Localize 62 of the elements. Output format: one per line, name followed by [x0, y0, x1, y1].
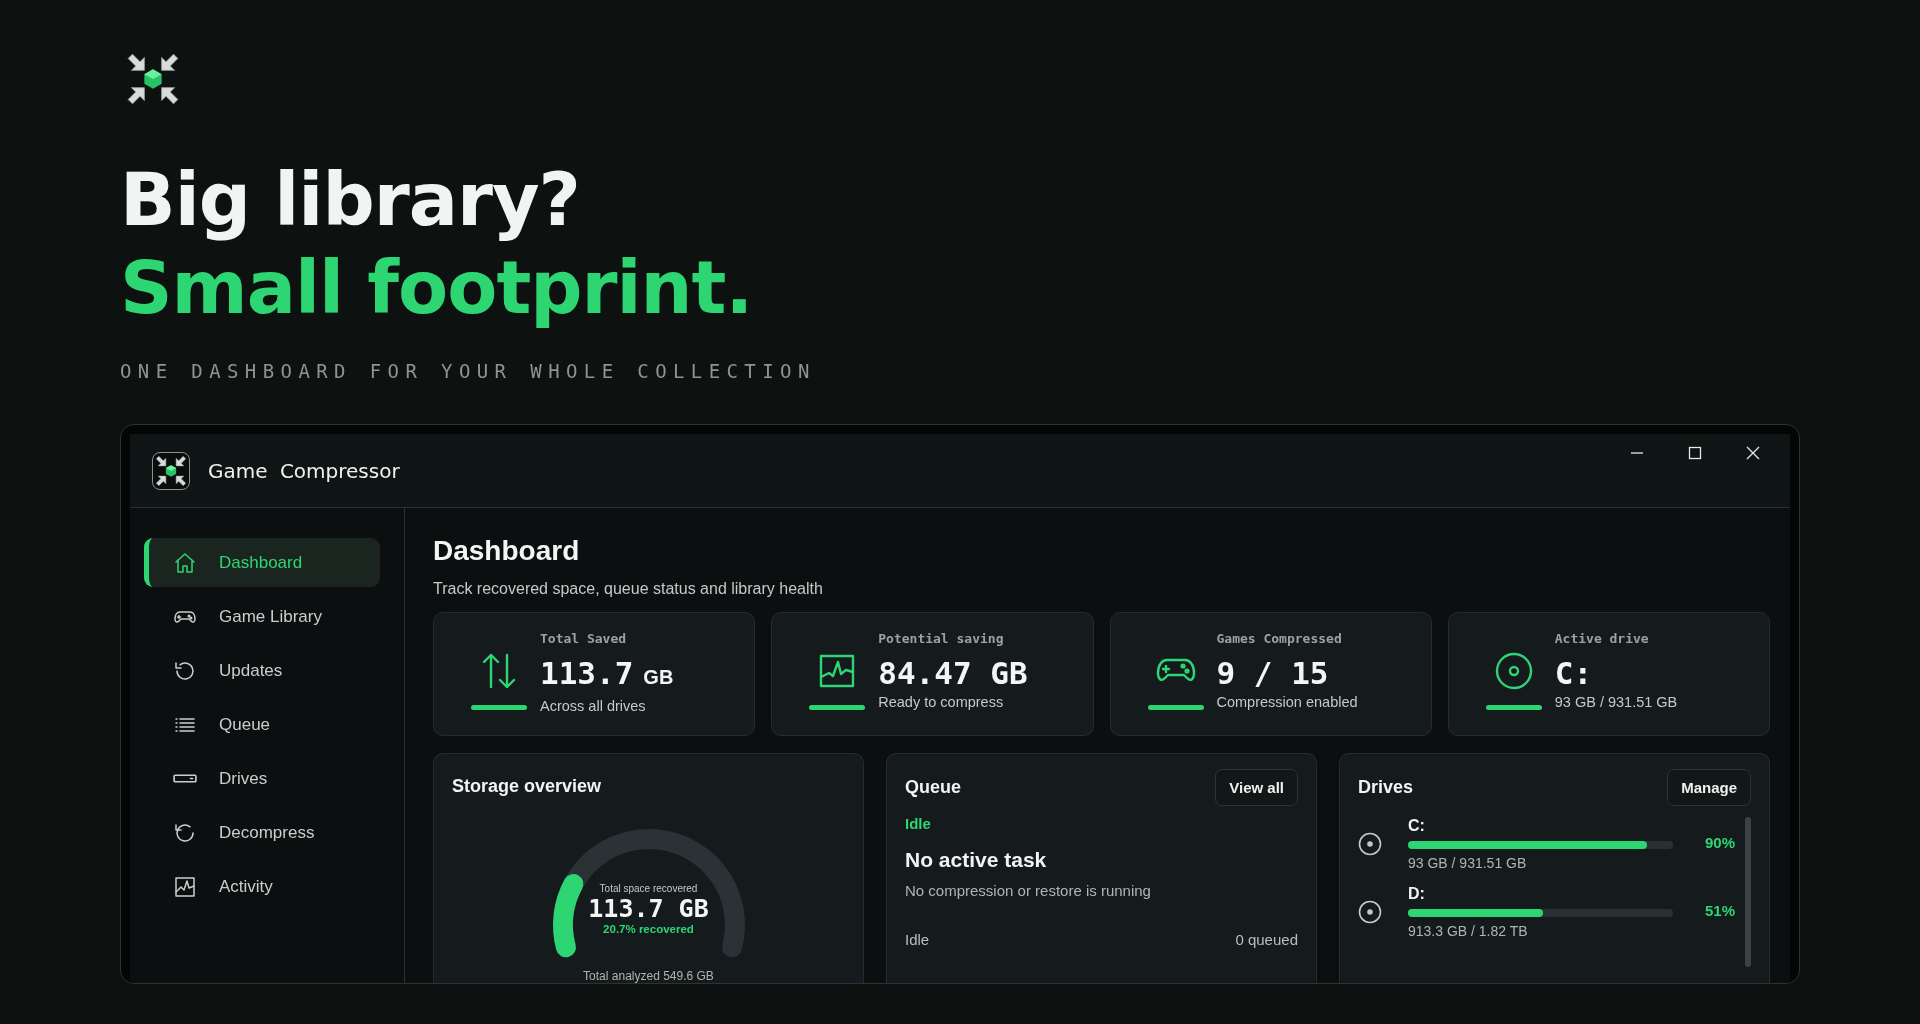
headline-highlight: Small footprint.: [120, 244, 753, 332]
drive-name: D:: [1408, 885, 1426, 903]
drive-usage: 93 GB / 931.51 GB: [1408, 855, 1528, 871]
sidebar-item[interactable]: Dashboard: [144, 538, 380, 587]
stat-label: Active drive: [1554, 631, 1650, 646]
task-title: No active task: [905, 848, 1048, 872]
queue-count: 0 queued: [1235, 931, 1298, 948]
stat-caption: 93 GB / 931.51 GB: [1554, 694, 1679, 710]
drive-icon: [173, 774, 197, 783]
sidebar-item[interactable]: Queue: [144, 700, 380, 749]
panel-title: Storage overview: [452, 775, 602, 797]
sidebar-item[interactable]: Game Library: [144, 592, 380, 641]
view-all-button[interactable]: View all: [1215, 768, 1298, 806]
gauge-label: Total space recovered: [599, 883, 698, 894]
window-title: Game Compressor: [208, 458, 400, 483]
gauge-value: 113.7 GB: [588, 894, 709, 923]
panel-title: Queue: [905, 776, 961, 798]
logo-icon: [126, 52, 180, 106]
stat-value: C:: [1554, 654, 1593, 692]
task-detail: No compression or restore is running: [905, 882, 1152, 899]
disc-icon: [1358, 832, 1382, 856]
stat-value: 84.47 GB: [878, 654, 1028, 692]
usage-percent: 51%: [1703, 901, 1735, 921]
drive-usage: 913.3 GB / 1.82 TB: [1408, 923, 1529, 939]
sidebar-item[interactable]: Decompress: [144, 808, 380, 857]
queue-state: Idle: [905, 931, 930, 948]
scrollbar[interactable]: [1745, 817, 1751, 967]
tagline: ONE DASHBOARD FOR YOUR WHOLE COLLECTION: [120, 360, 816, 382]
accent-bar: [809, 705, 866, 710]
sidebar-item[interactable]: Updates: [144, 646, 380, 695]
usage-percent: 90%: [1703, 833, 1735, 853]
disc-icon: [1358, 900, 1382, 924]
activity-chart-icon: [173, 874, 197, 899]
accent-bar: [1147, 705, 1204, 710]
panel-title: Drives: [1358, 776, 1414, 798]
disc-icon: [1493, 651, 1534, 691]
close-icon: [1745, 445, 1761, 461]
accent-bar: [471, 705, 527, 710]
manage-button[interactable]: Manage: [1667, 768, 1751, 806]
page-title: Dashboard: [433, 534, 581, 568]
stat-label: Potential saving: [878, 631, 1005, 646]
stat-caption: Across all drives: [540, 698, 647, 714]
headline: Big library?: [120, 156, 580, 244]
drive-name: C:: [1408, 817, 1426, 835]
sidebar-item[interactable]: Activity: [144, 862, 380, 911]
logo-icon: [152, 451, 190, 490]
accent-bar: [1485, 705, 1542, 710]
stat-caption: Compression enabled: [1216, 694, 1359, 710]
stat-label: Games Compressed: [1216, 631, 1343, 646]
stat-value: 113.7: [540, 654, 634, 692]
stat-unit: GB: [643, 665, 674, 690]
page-subtitle: Track recovered space, queue status and library health: [433, 580, 824, 598]
gauge-percent: 20.7% recovered: [603, 923, 694, 935]
queue-status: Idle: [905, 815, 932, 832]
stat-caption: Ready to compress: [878, 694, 1005, 710]
maximize-icon: [1687, 445, 1703, 461]
minimize-icon: [1629, 452, 1645, 454]
home-icon: [173, 550, 197, 575]
sidebar-item[interactable]: Drives: [144, 754, 380, 803]
stat-label: Total Saved: [540, 631, 628, 646]
stat-value: 9 / 15: [1216, 654, 1329, 692]
analyzed-total: Total analyzed 549.6 GB: [582, 969, 715, 983]
